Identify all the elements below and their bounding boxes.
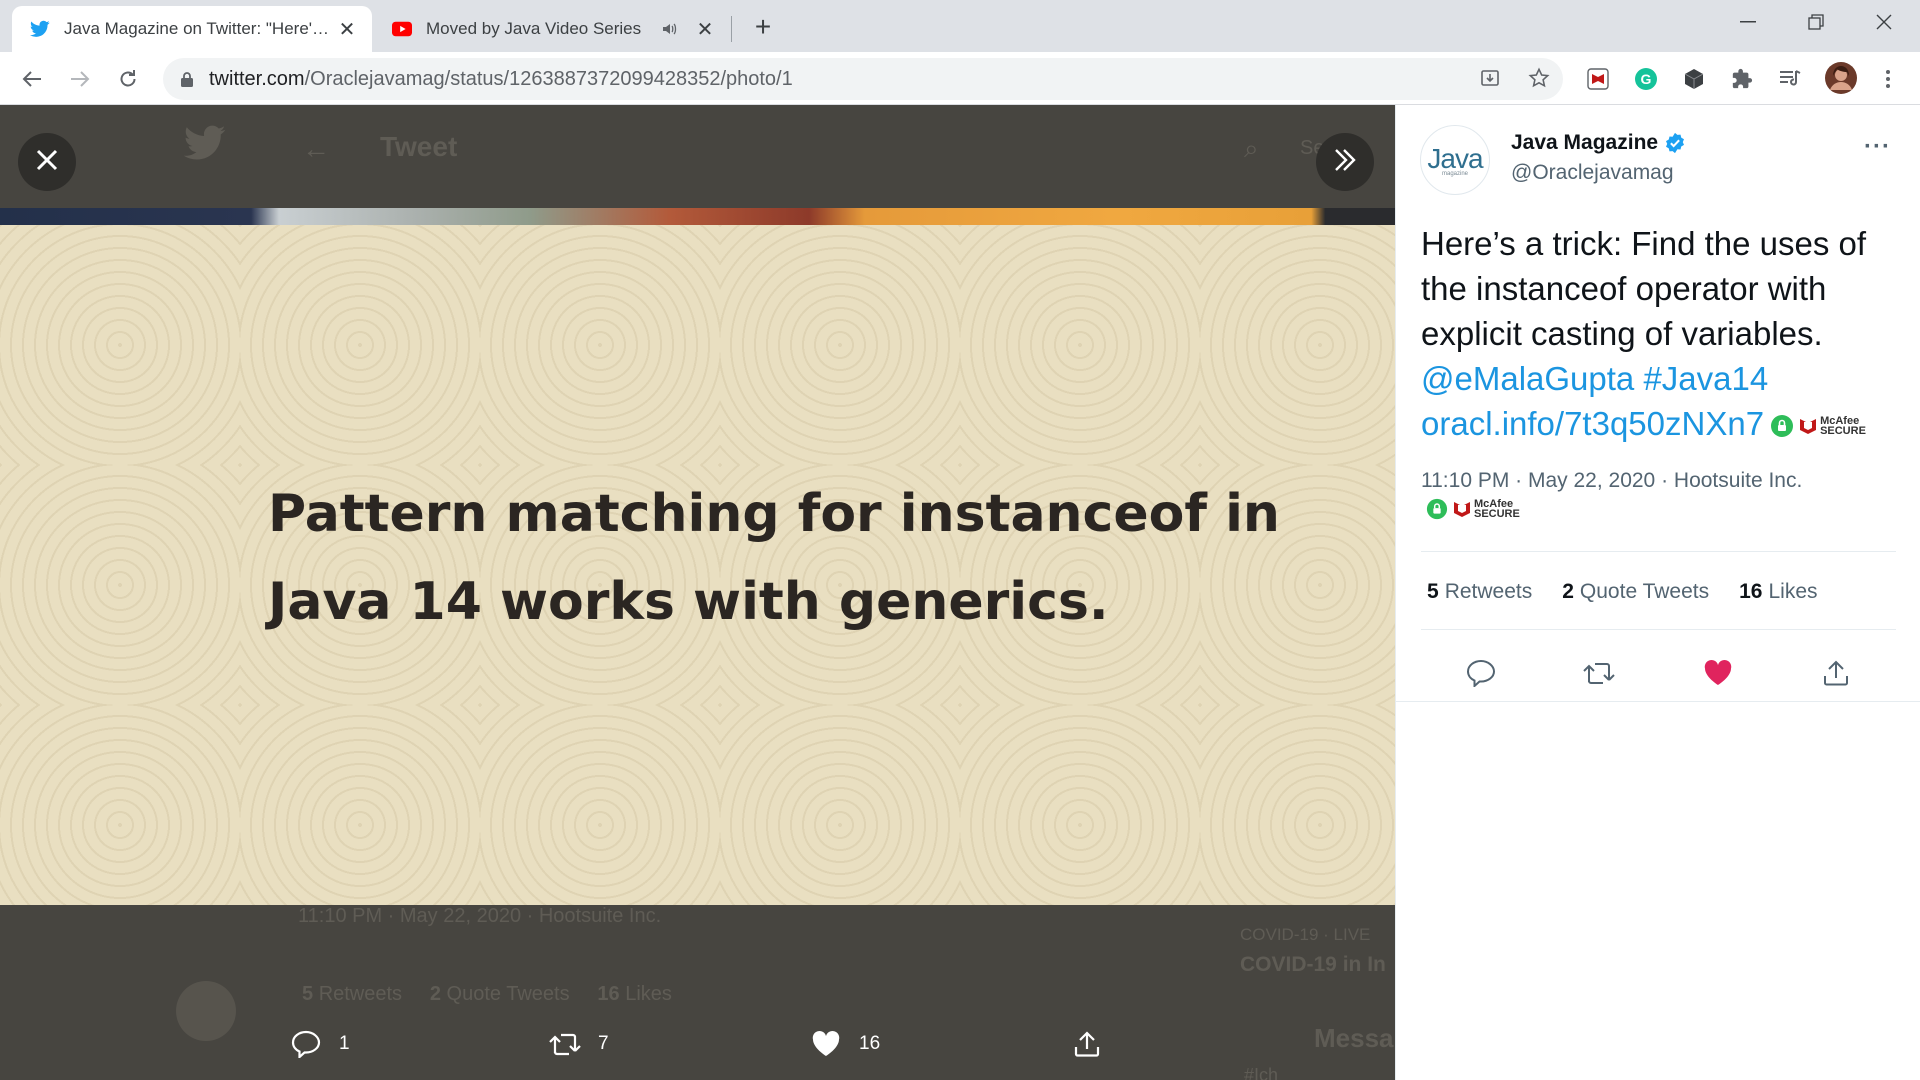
meta-mcafee-badge: McAfee SECURE xyxy=(1426,498,1520,520)
profile-avatar[interactable] xyxy=(1824,61,1858,95)
ghost-trend-label: COVID-19 · LIVE xyxy=(1240,925,1371,944)
forward-icon[interactable] xyxy=(62,61,98,97)
more-options-icon[interactable]: ··· xyxy=(1864,133,1891,161)
tab-separator xyxy=(731,16,732,42)
reply-count: 1 xyxy=(339,1033,350,1054)
poster-text: Pattern matching for instanceof in Java … xyxy=(268,484,1280,632)
heart-icon xyxy=(1704,660,1732,685)
tab-youtube[interactable]: Moved by Java Video Series ✕ xyxy=(374,6,730,52)
close-tab-icon[interactable]: ✕ xyxy=(692,16,718,42)
tab-bar: Java Magazine on Twitter: "Here's a tric… xyxy=(0,0,1920,52)
ghost-search-icon: ⌕ xyxy=(1244,133,1259,163)
tweet-photo: Pattern matching for instanceof in Java … xyxy=(0,225,1395,905)
ghost-back-arrow-icon: ← xyxy=(302,133,330,164)
tweet-panel: Java magazine Java Magazine @Oraclejavam… xyxy=(1395,105,1920,1080)
close-icon xyxy=(36,149,58,176)
mention-link[interactable]: @eMalaGupta xyxy=(1421,360,1634,397)
media-queue-icon[interactable] xyxy=(1776,65,1804,93)
retweet-button[interactable] xyxy=(1579,653,1619,693)
divider xyxy=(1421,629,1896,630)
youtube-icon xyxy=(392,19,412,39)
minimize-icon[interactable] xyxy=(1714,0,1782,44)
back-icon[interactable] xyxy=(14,61,50,97)
install-app-icon[interactable] xyxy=(1475,63,1505,93)
like-count: 16 xyxy=(859,1033,881,1054)
lock-icon[interactable] xyxy=(181,71,193,87)
secure-lock-icon xyxy=(1771,415,1794,438)
heart-icon xyxy=(809,1027,843,1061)
photo-action-bar: 1 7 16 xyxy=(0,1027,1395,1067)
verified-badge-icon xyxy=(1664,132,1686,154)
tweet-action-bar xyxy=(1396,645,1920,701)
reload-icon[interactable] xyxy=(110,61,146,97)
bookmark-star-icon[interactable] xyxy=(1524,63,1554,93)
ghost-meta: 11:10 PM · May 22, 2020 · Hootsuite Inc. xyxy=(298,905,662,927)
divider xyxy=(1421,551,1896,552)
mcafee-extension-icon[interactable] xyxy=(1584,65,1612,93)
tab-title: Java Magazine on Twitter: "Here's a tric… xyxy=(64,19,334,38)
share-icon xyxy=(1070,1027,1104,1061)
hashtag-link[interactable]: #Java14 xyxy=(1643,360,1768,397)
tweet-stats: 5 Retweets 2 Quote Tweets 16 Likes xyxy=(1427,580,1848,604)
expand-sidebar-button[interactable] xyxy=(1316,133,1374,191)
share-icon xyxy=(1824,660,1848,686)
retweet-icon xyxy=(548,1027,582,1061)
mcafee-secure-logo: McAfee SECURE xyxy=(1452,499,1520,520)
browser-toolbar: twitter.com/Oraclejavamag/status/1263887… xyxy=(0,52,1920,105)
reply-button[interactable] xyxy=(1461,653,1501,693)
author-handle[interactable]: @Oraclejavamag xyxy=(1511,161,1674,185)
url-text: twitter.com/Oraclejavamag/status/1263887… xyxy=(209,67,793,90)
close-photo-button[interactable] xyxy=(18,133,76,191)
retweet-count: 7 xyxy=(598,1033,609,1054)
new-tab-icon[interactable]: + xyxy=(748,11,778,42)
url-link[interactable]: oracl.info/7t3q50zNXn7 xyxy=(1421,405,1764,442)
restore-icon[interactable] xyxy=(1782,0,1850,44)
author-avatar[interactable]: Java magazine xyxy=(1420,125,1490,195)
mcafee-secure-logo: McAfee SECURE xyxy=(1798,416,1866,437)
photo-viewer: ← Tweet ⌕ Se Pattern matching for instan… xyxy=(0,105,1395,1080)
retweets-stat[interactable]: 5 Retweets xyxy=(1427,580,1532,604)
double-chevron-right-icon xyxy=(1332,147,1358,178)
twitter-icon xyxy=(30,19,50,39)
svg-text:G: G xyxy=(1641,71,1652,87)
twitter-logo-icon xyxy=(183,125,226,166)
quote-tweets-stat[interactable]: 2 Quote Tweets xyxy=(1562,580,1709,604)
secure-lock-icon xyxy=(1426,498,1448,520)
retweet-button[interactable]: 7 xyxy=(548,1027,609,1061)
divider xyxy=(1396,701,1920,702)
author-name[interactable]: Java Magazine xyxy=(1511,131,1686,155)
reply-icon xyxy=(289,1027,323,1061)
ghost-stats: 5 Retweets 2 Quote Tweets 16 Likes xyxy=(302,983,672,1005)
extensions-puzzle-icon[interactable] xyxy=(1728,65,1756,93)
cube-extension-icon[interactable] xyxy=(1680,65,1708,93)
chrome-menu-icon[interactable] xyxy=(1874,65,1902,93)
retweet-icon xyxy=(1583,663,1615,684)
tab-twitter[interactable]: Java Magazine on Twitter: "Here's a tric… xyxy=(12,6,372,52)
address-bar[interactable]: twitter.com/Oraclejavamag/status/1263887… xyxy=(163,58,1563,100)
close-window-icon[interactable] xyxy=(1850,0,1918,44)
like-button[interactable]: 16 xyxy=(809,1027,880,1061)
grammarly-icon[interactable]: G xyxy=(1632,65,1660,93)
ghost-trend-title: COVID-19 in In xyxy=(1240,953,1386,976)
reply-icon xyxy=(1466,659,1496,687)
tweet-text: Here’s a trick: Find the uses of the ins… xyxy=(1421,225,1867,442)
speaker-icon[interactable] xyxy=(662,22,684,36)
ghost-hashtag: #Ich xyxy=(1244,1065,1279,1080)
ghost-header-title: Tweet xyxy=(380,131,458,162)
tweet-meta[interactable]: 11:10 PM · May 22, 2020 · Hootsuite Inc. xyxy=(1421,469,1802,493)
mcafee-badge: McAfee SECURE xyxy=(1770,414,1866,438)
close-tab-icon[interactable]: ✕ xyxy=(334,16,360,42)
likes-stat[interactable]: 16 Likes xyxy=(1739,580,1817,604)
share-button[interactable] xyxy=(1816,653,1856,693)
share-button[interactable] xyxy=(1070,1027,1120,1061)
tab-title: Moved by Java Video Series xyxy=(426,19,642,38)
like-button[interactable] xyxy=(1698,653,1738,693)
reply-button[interactable]: 1 xyxy=(289,1027,350,1061)
